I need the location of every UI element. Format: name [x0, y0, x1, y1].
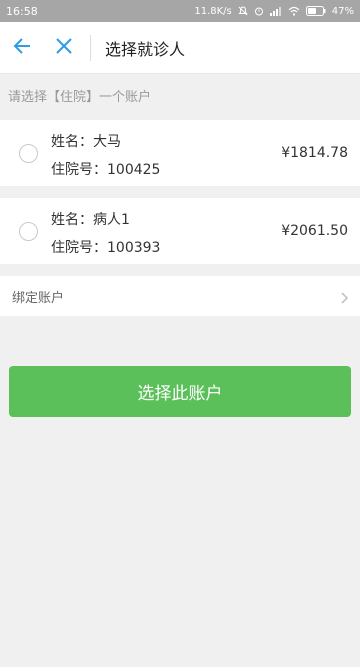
navigation-bar: 选择就诊人: [0, 22, 360, 74]
battery-percent: 47%: [331, 5, 354, 17]
silent-icon: [238, 6, 248, 16]
account-row-1[interactable]: 姓名：大马 住院号：100425 ¥1814.78: [0, 120, 360, 186]
select-account-button[interactable]: 选择此账户: [9, 366, 351, 417]
radio-button[interactable]: [19, 143, 38, 163]
status-indicators: 11.8K/s 47%: [194, 6, 354, 17]
hospital-number: 住院号：100393: [51, 240, 161, 256]
nav-divider: [90, 34, 91, 61]
network-speed: 11.8K/s: [194, 5, 232, 17]
patient-name: 姓名：大马: [51, 134, 121, 150]
close-button[interactable]: [48, 32, 80, 64]
account-balance: ¥1814.78: [281, 145, 348, 161]
back-arrow-icon: [12, 36, 32, 60]
account-info: 姓名：大马 住院号：100425: [51, 128, 160, 184]
bind-account-label: 绑定账户: [12, 290, 65, 306]
chevron-right-icon: [340, 289, 349, 308]
account-info: 姓名：病人1 住院号：100393: [51, 206, 160, 262]
hospital-number: 住院号：100425: [51, 162, 161, 178]
radio-button[interactable]: [19, 221, 38, 241]
patient-name: 姓名：病人1: [51, 212, 130, 228]
account-balance: ¥2061.50: [281, 223, 348, 239]
status-bar: 16:58 11.8K/s 47%: [0, 0, 360, 22]
account-row-2[interactable]: 姓名：病人1 住院号：100393 ¥2061.50: [0, 198, 360, 264]
close-icon: [55, 37, 73, 59]
bind-account-row[interactable]: 绑定账户: [0, 276, 360, 316]
status-time: 16:58: [6, 4, 38, 18]
wifi-icon: [288, 6, 300, 16]
page-title: 选择就诊人: [105, 39, 186, 59]
alarm-icon: [254, 6, 264, 16]
selection-hint: 请选择【住院】一个账户: [8, 90, 152, 105]
battery-icon: [305, 6, 326, 16]
back-button[interactable]: [6, 32, 38, 64]
signal-icon: [269, 6, 282, 16]
